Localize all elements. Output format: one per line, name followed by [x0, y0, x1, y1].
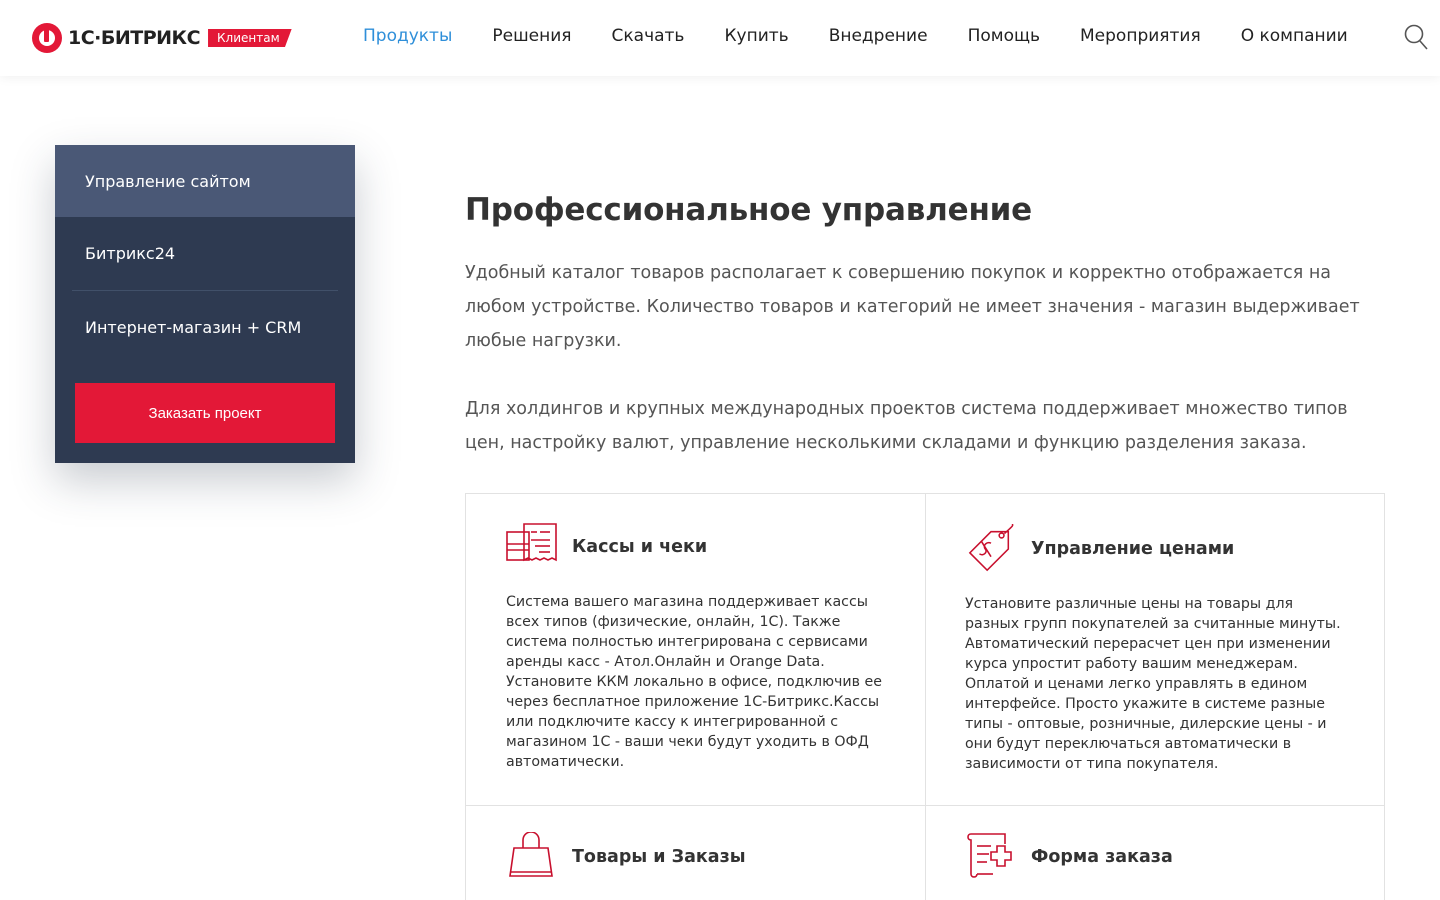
feature-title: Форма заказа — [1031, 847, 1173, 867]
logo-badge[interactable]: Клиентам — [208, 29, 292, 47]
logo[interactable]: 1С·БИТРИКС Клиентам — [32, 22, 292, 54]
search-icon[interactable] — [1404, 24, 1428, 50]
feature-title: Управление ценами — [1031, 539, 1235, 559]
nav-item-download[interactable]: Скачать — [612, 26, 685, 46]
nav-item-help[interactable]: Помощь — [968, 26, 1040, 46]
nav-item-products[interactable]: Продукты — [363, 26, 452, 46]
nav-item-events[interactable]: Мероприятия — [1080, 26, 1201, 46]
nav-item-buy[interactable]: Купить — [724, 26, 788, 46]
logo-mark-icon — [32, 23, 62, 53]
page-title: Профессиональное управление — [465, 192, 1033, 228]
site-header: 1С·БИТРИКС Клиентам Продукты Решения Ска… — [0, 0, 1440, 76]
feature-description: Установите различные цены на товары для … — [965, 596, 1341, 772]
cash-register-icon — [506, 523, 557, 562]
grid-divider — [925, 494, 926, 900]
sidebar-item-site-management[interactable]: Управление сайтом — [55, 145, 355, 217]
price-tag-icon — [968, 524, 1014, 572]
sidebar-item-bitrix24[interactable]: Битрикс24 — [55, 217, 355, 290]
features-grid: Кассы и чеки Система вашего магазина под… — [465, 493, 1385, 900]
feature-cash-registers: Кассы и чеки Система вашего магазина под… — [506, 522, 886, 772]
holdings-paragraph: Для холдингов и крупных международных пр… — [465, 399, 1348, 453]
feature-order-form: Форма заказа — [965, 832, 1345, 882]
intro-paragraph: Удобный каталог товаров располагает к со… — [465, 263, 1360, 351]
order-project-button[interactable]: Заказать проект — [75, 383, 335, 443]
order-form-icon — [967, 833, 1012, 878]
nav-item-implementation[interactable]: Внедрение — [829, 26, 928, 46]
grid-divider — [466, 805, 1384, 806]
sidebar-item-eshop-crm[interactable]: Интернет-магазин + CRM — [55, 291, 355, 364]
logo-text: 1С·БИТРИКС — [68, 27, 201, 49]
feature-price-management: Управление ценами Установите различные ц… — [965, 524, 1345, 774]
shopping-bag-icon — [509, 832, 553, 877]
feature-title: Кассы и чеки — [572, 537, 708, 557]
nav-item-solutions[interactable]: Решения — [492, 26, 571, 46]
nav-item-about[interactable]: О компании — [1241, 26, 1348, 46]
main-nav: Продукты Решения Скачать Купить Внедрени… — [363, 26, 1348, 46]
feature-title: Товары и Заказы — [572, 847, 746, 867]
feature-description: Система вашего магазина поддерживает кас… — [506, 594, 882, 770]
feature-goods-orders: Товары и Заказы — [506, 832, 886, 882]
sidebar-menu: Управление сайтом Битрикс24 Интернет-маг… — [55, 145, 355, 463]
